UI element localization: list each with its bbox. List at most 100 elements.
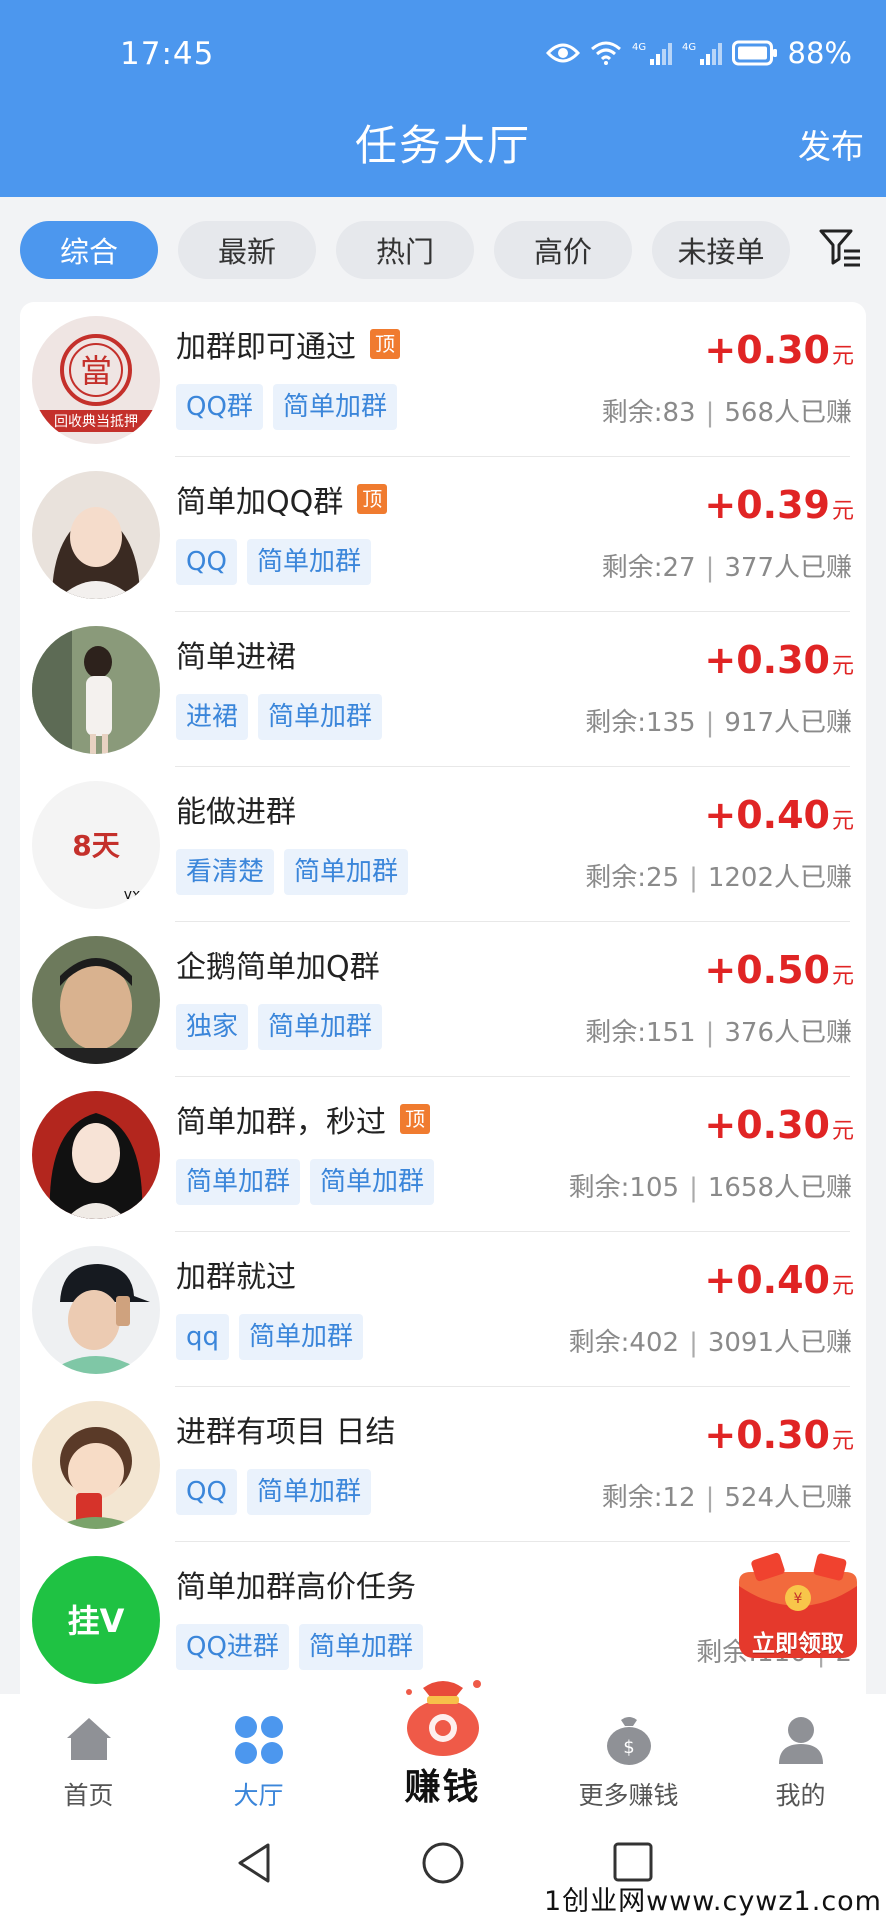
status-time: 17:45 bbox=[120, 36, 215, 72]
task-tag: 看清楚 bbox=[176, 849, 275, 895]
filter-chip-high-price[interactable]: 高价 bbox=[494, 221, 632, 279]
money-bag-icon bbox=[397, 1674, 489, 1762]
task-tag: 独家 bbox=[176, 1004, 249, 1050]
filter-chip-not-taken[interactable]: 未接单 bbox=[652, 221, 790, 279]
tab-home[interactable]: 首页 bbox=[0, 1694, 177, 1819]
task-remaining: 剩余:12 bbox=[601, 1483, 696, 1513]
task-tag: QQ群 bbox=[176, 384, 263, 430]
task-tag: QQ bbox=[176, 1469, 237, 1515]
top-badge: 顶 bbox=[400, 1104, 430, 1134]
filter-chip-hot[interactable]: 热门 bbox=[336, 221, 474, 279]
task-row[interactable]: 进群有项目 日结 QQ 简单加群 +0.30元 剩余:12 | 524人已赚 bbox=[20, 1387, 866, 1542]
task-earned: 524人已赚 bbox=[724, 1483, 852, 1513]
task-earned: 376人已赚 bbox=[724, 1018, 852, 1048]
task-price: +0.30 bbox=[704, 1103, 830, 1147]
back-triangle-icon[interactable] bbox=[234, 1841, 274, 1889]
task-tags: 简单加群 简单加群 bbox=[176, 1159, 435, 1205]
battery-icon bbox=[731, 40, 778, 66]
coin-bag-icon: $ bbox=[603, 1714, 655, 1770]
task-title-wrap: 简单进裙 bbox=[176, 632, 296, 676]
tab-label: 我的 bbox=[775, 1781, 826, 1810]
tab-more-earn[interactable]: $ 更多赚钱 bbox=[540, 1694, 717, 1819]
system-nav-bar: 1创业网www.cywz1.com bbox=[0, 1819, 886, 1920]
task-avatar: 8天 vx bbox=[32, 781, 160, 909]
task-row[interactable]: 當 回收典当抵押 加群即可通过顶 QQ群 简单加群 +0.30元 剩余:83 | 5… bbox=[20, 302, 866, 457]
task-title: 简单进裙 bbox=[176, 640, 296, 675]
task-remaining: 剩余:25 bbox=[585, 863, 680, 893]
task-remaining: 剩余:83 bbox=[601, 398, 696, 428]
task-stats: 剩余:135 | 917人已赚 bbox=[585, 708, 852, 738]
task-reward: +0.50元 bbox=[704, 948, 854, 992]
task-tag: QQ进群 bbox=[176, 1624, 289, 1670]
task-reward: +0.30元 bbox=[704, 638, 854, 682]
filter-funnel-icon[interactable] bbox=[818, 227, 862, 273]
task-price: +0.50 bbox=[704, 948, 830, 992]
task-stats: 剩余:83 | 568人已赚 bbox=[601, 398, 852, 428]
task-earned: 377人已赚 bbox=[724, 553, 852, 583]
task-avatar: 當 回收典当抵押 bbox=[32, 316, 160, 444]
filter-chip-latest[interactable]: 最新 bbox=[178, 221, 316, 279]
task-row[interactable]: 8天 vx 能做进群 看清楚 简单加群 +0.40元 剩余:25 | 1202人已赚 bbox=[20, 767, 866, 922]
task-tags: QQ群 简单加群 bbox=[176, 384, 397, 430]
task-tag: 简单加群 bbox=[246, 539, 371, 585]
task-stats: 剩余:12 | 524人已赚 bbox=[601, 1483, 852, 1513]
red-packet-promo-button[interactable]: ¥ 立即领取 bbox=[735, 1552, 861, 1664]
task-tags: qq 简单加群 bbox=[176, 1314, 364, 1360]
task-remaining: 剩余:402 bbox=[568, 1328, 680, 1358]
status-icons: 4G 4G 88% bbox=[545, 36, 852, 70]
tab-hall[interactable]: 大厅 bbox=[170, 1694, 347, 1819]
task-tag: 简单加群 bbox=[176, 1159, 301, 1205]
task-price-unit: 元 bbox=[831, 344, 854, 369]
task-earned: 3091人已赚 bbox=[707, 1328, 852, 1358]
filter-chip-comprehensive[interactable]: 综合 bbox=[20, 221, 158, 279]
task-tag: 简单加群 bbox=[272, 384, 397, 430]
task-row[interactable]: 企鹅简单加Q群 独家 简单加群 +0.50元 剩余:151 | 376人已赚 bbox=[20, 922, 866, 1077]
task-price: +0.30 bbox=[704, 1413, 830, 1457]
tab-earn[interactable]: 赚钱 bbox=[354, 1680, 531, 1819]
task-row[interactable]: 简单加QQ群顶 QQ 简单加群 +0.39元 剩余:27 | 377人已赚 bbox=[20, 457, 866, 612]
task-title: 企鹅简单加Q群 bbox=[176, 950, 380, 985]
task-earned: 568人已赚 bbox=[724, 398, 852, 428]
task-avatar bbox=[32, 936, 160, 1064]
filter-bar: 综合 最新 热门 高价 未接单 bbox=[0, 197, 886, 303]
avatar-subtext: vx bbox=[124, 887, 141, 903]
home-icon bbox=[63, 1714, 115, 1768]
task-tag: 简单加群 bbox=[258, 1004, 383, 1050]
cell-signal-icon-2: 4G bbox=[682, 39, 722, 67]
task-tag: QQ bbox=[176, 539, 237, 585]
task-price-unit: 元 bbox=[831, 1119, 854, 1144]
task-remaining: 剩余:151 bbox=[585, 1018, 696, 1048]
publish-button[interactable]: 发布 bbox=[798, 120, 864, 168]
task-tag: 简单加群 bbox=[298, 1624, 423, 1670]
promo-label: 立即领取 bbox=[752, 1631, 844, 1657]
task-price-unit: 元 bbox=[831, 1429, 854, 1454]
task-row[interactable]: 加群就过 qq 简单加群 +0.40元 剩余:402 | 3091人已赚 bbox=[20, 1232, 866, 1387]
grid-icon bbox=[233, 1714, 285, 1770]
avatar-text: 挂V bbox=[68, 1602, 125, 1640]
task-tag: 简单加群 bbox=[284, 849, 409, 895]
page-title: 任务大厅 bbox=[354, 121, 531, 170]
task-tag: 简单加群 bbox=[246, 1469, 371, 1515]
task-tag: 简单加群 bbox=[258, 694, 383, 740]
home-circle-icon[interactable] bbox=[421, 1841, 465, 1889]
task-reward: +0.30元 bbox=[704, 1103, 854, 1147]
task-earned: 1658人已赚 bbox=[707, 1173, 852, 1203]
task-title-wrap: 加群即可通过顶 bbox=[176, 322, 400, 366]
task-title-wrap: 进群有项目 日结 bbox=[176, 1407, 396, 1451]
task-title-wrap: 简单加群高价任务 bbox=[176, 1562, 416, 1606]
task-tags: QQ 简单加群 bbox=[176, 1469, 371, 1515]
task-title-wrap: 能做进群 bbox=[176, 787, 296, 831]
task-reward: +0.40元 bbox=[704, 793, 854, 837]
task-stats: 剩余:151 | 376人已赚 bbox=[585, 1018, 852, 1048]
task-title-wrap: 简单加QQ群顶 bbox=[176, 477, 388, 521]
task-earned: 917人已赚 bbox=[724, 708, 852, 738]
task-reward: +0.30元 bbox=[704, 328, 854, 372]
task-price-unit: 元 bbox=[831, 499, 854, 524]
task-title: 简单加群，秒过 bbox=[176, 1105, 386, 1140]
task-row[interactable]: 简单加群，秒过顶 简单加群 简单加群 +0.30元 剩余:105 | 1658人已赚 bbox=[20, 1077, 866, 1232]
task-row[interactable]: 简单进裙 进裙 简单加群 +0.30元 剩余:135 | 917人已赚 bbox=[20, 612, 866, 767]
task-title-wrap: 简单加群，秒过顶 bbox=[176, 1097, 430, 1141]
task-tag: qq bbox=[176, 1314, 230, 1360]
task-remaining: 剩余:105 bbox=[568, 1173, 680, 1203]
tab-mine[interactable]: 我的 bbox=[712, 1694, 886, 1819]
